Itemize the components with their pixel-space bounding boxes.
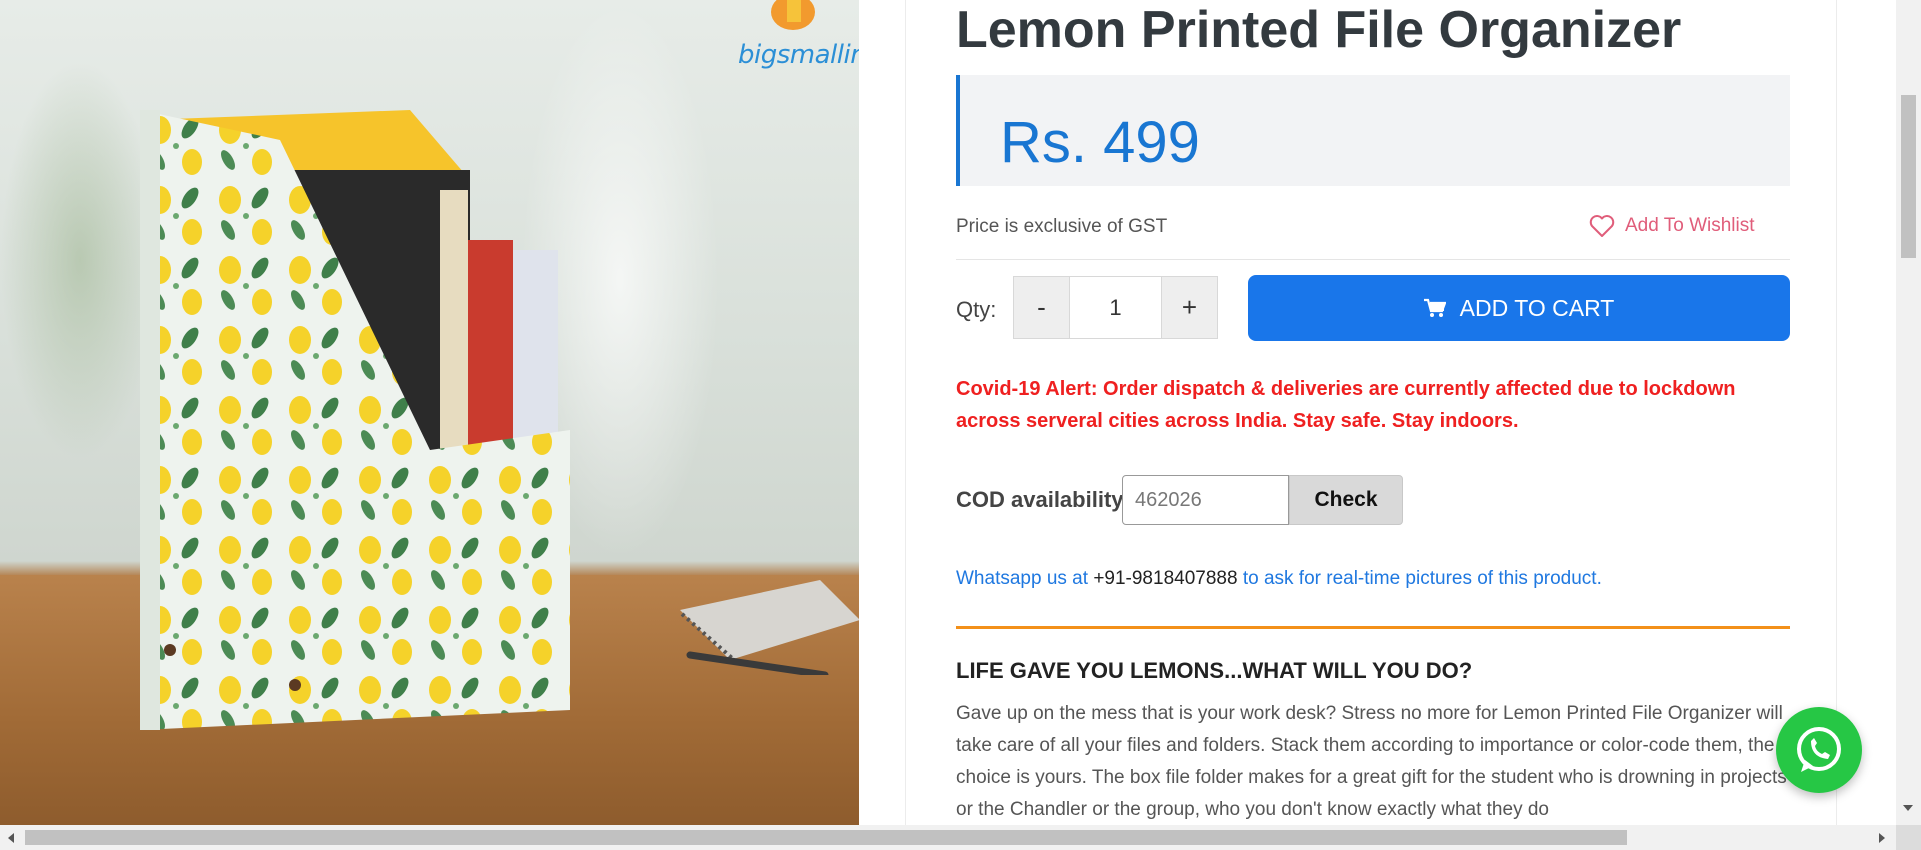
section-divider — [956, 626, 1790, 629]
quantity-stepper: - + — [1013, 276, 1218, 339]
divider — [956, 259, 1790, 260]
product-price: Rs. 499 — [1000, 110, 1200, 175]
heart-icon — [1589, 215, 1615, 237]
quantity-input[interactable] — [1069, 277, 1162, 338]
decrement-button[interactable]: - — [1014, 277, 1069, 338]
scrollbar-corner — [1896, 825, 1921, 850]
increment-button[interactable]: + — [1162, 277, 1217, 338]
description-heading: LIFE GAVE YOU LEMONS...WHAT WILL YOU DO? — [956, 658, 1473, 683]
add-to-cart-label: ADD TO CART — [1459, 294, 1615, 321]
horizontal-scrollbar[interactable] — [0, 825, 1921, 850]
product-details: Lemon Printed File Organizer Rs. 499 Pri… — [905, 0, 1837, 825]
scroll-right-icon[interactable] — [1879, 833, 1885, 843]
gst-note: Price is exclusive of GST — [956, 216, 1168, 237]
file-organizer-illustration — [140, 110, 570, 730]
wishlist-label: Add To Wishlist — [1625, 215, 1755, 236]
add-to-wishlist-button[interactable]: Add To Wishlist — [1589, 214, 1755, 238]
cart-icon — [1423, 298, 1446, 317]
add-to-cart-button[interactable]: ADD TO CART — [1248, 275, 1790, 341]
quantity-label: Qty: — [956, 297, 997, 322]
brand-logo-text: bigsmallin — [738, 40, 859, 70]
whatsapp-prefix: Whatsapp us at — [956, 568, 1089, 589]
notebook-illustration — [680, 580, 859, 675]
pincode-input[interactable] — [1122, 475, 1289, 525]
covid-alert: Covid-19 Alert: Order dispatch & deliver… — [956, 378, 1736, 432]
horizontal-scroll-thumb[interactable] — [25, 830, 1627, 845]
cod-label: COD availability — [956, 487, 1124, 512]
product-page: bigsmallin Lemon Printed File Organizer … — [0, 0, 1921, 850]
product-image: bigsmallin — [0, 0, 859, 825]
price-box: Rs. 499 — [956, 75, 1790, 186]
product-title: Lemon Printed File Organizer — [956, 1, 1682, 59]
whatsapp-chat-button[interactable] — [1776, 707, 1862, 793]
whatsapp-suffix: to ask for real-time pictures of this pr… — [1242, 568, 1602, 589]
whatsapp-icon — [1797, 727, 1841, 772]
vertical-scrollbar[interactable] — [1896, 0, 1921, 825]
check-cod-button[interactable]: Check — [1289, 475, 1403, 525]
whatsapp-phone: +91-9818407888 — [1093, 568, 1238, 589]
scroll-left-icon[interactable] — [8, 833, 14, 843]
vertical-scroll-thumb[interactable] — [1901, 95, 1916, 258]
description-body: Gave up on the mess that is your work de… — [956, 703, 1787, 820]
scroll-down-icon[interactable] — [1903, 805, 1913, 811]
whatsapp-contact-line[interactable]: Whatsapp us at +91-9818407888 to ask for… — [956, 568, 1602, 590]
